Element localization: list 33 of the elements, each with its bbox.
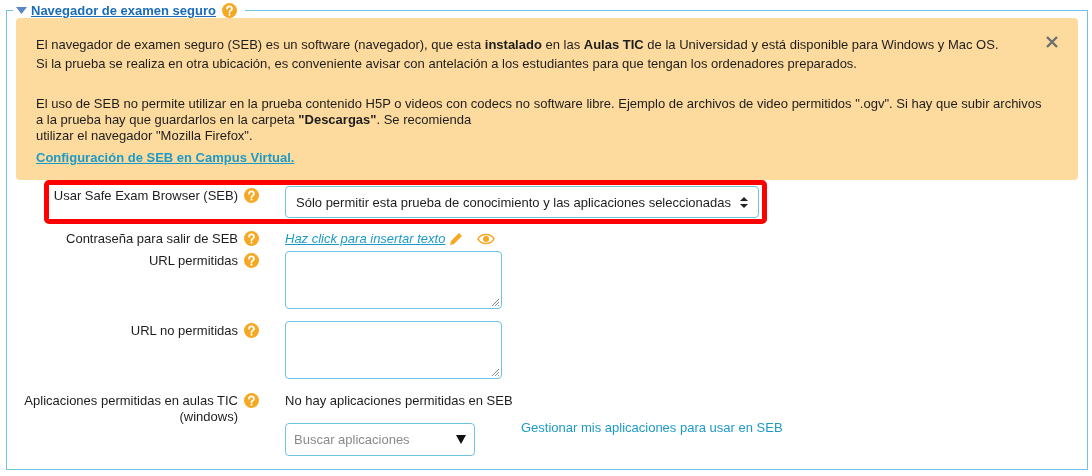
alert-text: Si la prueba se realiza en otra ubicación, es conveniente avisar con antelación a los estudiantes para que tengan los ordenadores preparados. — [36, 55, 858, 73]
field-label: (windows) — [178, 409, 238, 425]
insert-text-link[interactable]: Haz click para insertar texto — [285, 231, 446, 246]
url-textarea[interactable] — [285, 251, 502, 309]
alert-text: a la prueba hay que guardarlos en la carpeta "Descargas". Se recomienda — [36, 112, 473, 128]
field-label: Aplicaciones permitidas en aulas TIC — [23, 393, 238, 409]
help-icon[interactable] — [244, 231, 259, 246]
resize-grip-icon[interactable] — [490, 297, 500, 307]
field-label: URL no permitidas — [129, 323, 238, 339]
caret-icon — [456, 435, 466, 444]
resize-grip-icon[interactable] — [490, 367, 500, 377]
help-icon[interactable] — [244, 188, 259, 203]
alert-text: El navegador de examen seguro (SEB) es un software (navegador), que esta instalado en las Aulas TIC de la Universidad y está disponible para Windows y Mac OS. — [36, 36, 1000, 54]
pencil-icon[interactable] — [449, 231, 464, 246]
section-toggle[interactable]: Navegador de examen seguro — [16, 3, 216, 18]
eye-icon[interactable] — [477, 232, 496, 245]
caret-icon — [16, 7, 27, 14]
field-label: Usar Safe Exam Browser (SEB) — [52, 188, 238, 204]
url-textarea[interactable] — [285, 321, 502, 379]
help-icon[interactable] — [221, 3, 237, 18]
field-label: URL permitidas — [147, 253, 238, 269]
alert-text: El uso de SEB no permite utilizar en la prueba contenido H5P o videos con codecs no software libre. Ejemplo de archivos de video permitidos ".ogv". Si hay que subir archivos — [36, 96, 1043, 112]
help-icon[interactable] — [244, 393, 259, 408]
search-apps-dropdown[interactable]: Buscar aplicaciones — [285, 423, 475, 456]
sort-arrows-icon — [740, 196, 748, 208]
help-icon[interactable] — [244, 323, 259, 338]
manage-apps-link[interactable]: Gestionar mis aplicaciones para usar en SEB — [521, 420, 1087, 435]
mode-select[interactable]: Sólo permitir esta prueba de conocimiento y las aplicaciones seleccionadas — [285, 186, 759, 218]
field-label: Contraseña para salir de SEB — [65, 231, 238, 247]
config-link[interactable]: Configuración de SEB en Campus Virtual. — [36, 150, 295, 165]
help-icon[interactable] — [244, 253, 259, 268]
empty-message: No hay aplicaciones permitidas en SEB — [285, 392, 514, 409]
alert-text: utilizar el navegador "Mozilla Firefox". — [36, 128, 254, 144]
